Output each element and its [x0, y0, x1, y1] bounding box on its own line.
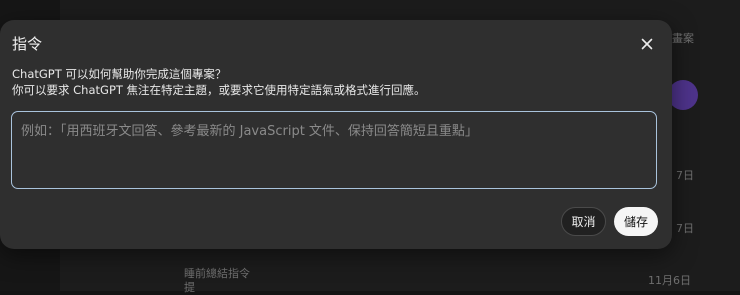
background-date: 7日 [676, 169, 694, 182]
cancel-button[interactable]: 取消 [561, 207, 606, 236]
background-text: 畫案 [672, 32, 694, 45]
instructions-textarea[interactable] [11, 111, 657, 189]
background-date: 11月6日 [648, 274, 691, 287]
background-date: 7日 [676, 222, 694, 235]
dialog-title: 指令 [12, 35, 43, 53]
background-voice-button [668, 80, 698, 110]
dialog-description-hint: 你可以要求 ChatGPT 焦注在特定主題，或要求它使用特定語氣或格式進行回應。 [12, 83, 426, 97]
close-icon [641, 38, 653, 50]
close-button[interactable] [636, 33, 658, 55]
save-button[interactable]: 儲存 [614, 207, 658, 236]
instructions-dialog: 指令 ChatGPT 可以如何幫助你完成這個專案？ 你可以要求 ChatGPT … [0, 20, 672, 249]
dialog-description-question: ChatGPT 可以如何幫助你完成這個專案？ [12, 67, 227, 81]
background-chat-subtitle: 提 [184, 281, 195, 294]
